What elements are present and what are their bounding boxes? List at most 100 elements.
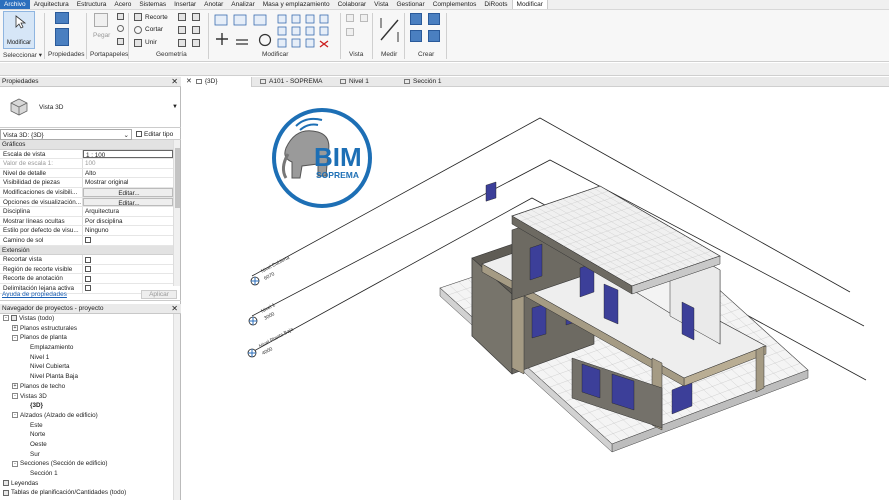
menu-item[interactable]: Modificar: [511, 0, 548, 9]
type-selector[interactable]: Vista 3D ▼: [0, 88, 181, 128]
create-assembly-icon[interactable]: [410, 13, 422, 25]
browser-node[interactable]: Sur: [0, 450, 173, 460]
close-icon[interactable]: ✕: [171, 77, 178, 87]
edit-button[interactable]: Editar...: [83, 197, 173, 207]
property-value[interactable]: Alto: [83, 169, 173, 178]
checkbox[interactable]: [85, 275, 91, 282]
browser-node[interactable]: - Alzados (Alzado de edificio): [0, 411, 173, 421]
chevron-down-icon[interactable]: ▼: [172, 104, 178, 110]
browser-node[interactable]: + Planos de techo: [0, 382, 173, 392]
menu-item[interactable]: Insertar: [170, 0, 200, 9]
property-group-header[interactable]: Gráficos: [0, 140, 173, 150]
property-value[interactable]: [83, 236, 173, 245]
geometry-tool-icon[interactable]: [192, 39, 200, 47]
drawing-canvas[interactable]: Nivel Cubierta 6070 Nivel 1 3000 Nivel P…: [182, 88, 889, 500]
join-label[interactable]: Unir: [145, 39, 157, 46]
collapse-icon[interactable]: -: [3, 315, 9, 322]
property-value[interactable]: Por disciplina: [83, 217, 173, 226]
select-panel-label[interactable]: Seleccionar ▾: [3, 51, 42, 59]
modify-tool-button[interactable]: Modificar: [3, 11, 35, 49]
checkbox[interactable]: [85, 237, 91, 244]
view-tab[interactable]: Sección 1: [396, 77, 486, 87]
checkbox[interactable]: [85, 256, 91, 263]
view-tab[interactable]: Nivel 1: [332, 77, 396, 87]
close-icon[interactable]: ✕: [186, 78, 192, 85]
browser-node[interactable]: Nivel Planta Baja: [0, 372, 173, 382]
browser-scrollbar[interactable]: [173, 314, 180, 500]
create-parts-icon[interactable]: [428, 13, 440, 25]
view-tab[interactable]: ✕ {3D}: [182, 77, 252, 87]
browser-node[interactable]: Este: [0, 421, 173, 431]
menu-item[interactable]: Archivo: [0, 0, 30, 9]
browser-node[interactable]: - Vistas 3D: [0, 392, 173, 402]
apply-button[interactable]: Aplicar: [141, 290, 177, 299]
menu-item[interactable]: DiRoots: [480, 0, 511, 9]
browser-node[interactable]: Nivel Cubierta: [0, 362, 173, 372]
cut-icon[interactable]: [117, 25, 124, 32]
view-tool-icon[interactable]: [360, 14, 368, 22]
edit-button[interactable]: Editar...: [83, 187, 173, 197]
match-properties-icon[interactable]: [117, 38, 124, 45]
menu-item[interactable]: Sistemas: [135, 0, 170, 9]
property-value[interactable]: [83, 255, 173, 264]
menu-item[interactable]: Acero: [110, 0, 135, 9]
menu-item[interactable]: Masa y emplazamiento: [259, 0, 334, 9]
browser-node[interactable]: Sección 1: [0, 469, 173, 479]
browser-node[interactable]: Nivel 1: [0, 353, 173, 363]
browser-node[interactable]: Oeste: [0, 440, 173, 450]
geometry-tool-icon[interactable]: [192, 13, 200, 21]
scrollbar-thumb[interactable]: [175, 148, 180, 208]
menu-item[interactable]: Estructura: [73, 0, 111, 9]
collapse-icon[interactable]: -: [12, 412, 18, 419]
modify-tools-group[interactable]: [212, 12, 338, 50]
property-group-header[interactable]: Extensión: [0, 245, 173, 256]
close-icon[interactable]: ✕: [171, 304, 178, 314]
cope-label[interactable]: Recorte: [145, 14, 168, 21]
browser-node[interactable]: Leyendas: [0, 479, 173, 489]
property-value[interactable]: [83, 274, 173, 283]
override-graphics-icon[interactable]: [346, 28, 354, 36]
browser-node[interactable]: - Vistas (todo): [0, 314, 173, 324]
measure-icon[interactable]: [378, 14, 402, 44]
browser-node[interactable]: Norte: [0, 430, 173, 440]
level-name[interactable]: Nivel Cubierta: [260, 255, 291, 275]
create-group-icon[interactable]: [410, 30, 422, 42]
property-value[interactable]: Ninguno: [83, 226, 173, 235]
edit-type-button[interactable]: Editar tipo: [136, 129, 173, 140]
property-value[interactable]: 1 : 100: [83, 149, 173, 159]
browser-node[interactable]: - Planos de planta: [0, 333, 173, 343]
expand-icon[interactable]: +: [12, 383, 18, 390]
type-properties-icon[interactable]: [55, 12, 69, 24]
create-similar-icon[interactable]: [428, 30, 440, 42]
cope-icon[interactable]: [134, 13, 142, 21]
paste-icon[interactable]: [94, 13, 108, 27]
browser-node[interactable]: Tablas de planificación/Cantidades (todo…: [0, 488, 173, 498]
menu-item[interactable]: Colaborar: [334, 0, 371, 9]
properties-icon[interactable]: [55, 28, 69, 46]
cut-geometry-icon[interactable]: [134, 26, 142, 34]
instance-select[interactable]: Vista 3D: {3D} ⌄: [0, 129, 132, 140]
geometry-tool-icon[interactable]: [178, 13, 186, 21]
copy-icon[interactable]: [117, 13, 124, 20]
geometry-tool-icon[interactable]: [178, 39, 186, 47]
collapse-icon[interactable]: -: [12, 460, 18, 467]
browser-node[interactable]: Emplazamiento: [0, 343, 173, 353]
checkbox[interactable]: [85, 266, 91, 273]
browser-node[interactable]: - Secciones (Sección de edificio): [0, 459, 173, 469]
menu-item[interactable]: Analizar: [227, 0, 258, 9]
menu-item[interactable]: Complementos: [429, 0, 481, 9]
menu-item[interactable]: Vista: [370, 0, 392, 9]
property-value[interactable]: [83, 265, 173, 274]
cut-geometry-label[interactable]: Cortar: [145, 26, 163, 33]
collapse-icon[interactable]: -: [12, 392, 18, 399]
hide-element-icon[interactable]: [346, 14, 354, 22]
collapse-icon[interactable]: -: [12, 334, 18, 341]
browser-node[interactable]: + Planos estructurales: [0, 324, 173, 334]
properties-help-link[interactable]: Ayuda de propiedades: [0, 291, 67, 298]
menu-item[interactable]: Anotar: [200, 0, 227, 9]
expand-icon[interactable]: +: [12, 325, 18, 332]
geometry-tool-icon[interactable]: [178, 26, 186, 34]
property-value[interactable]: Arquitectura: [83, 207, 173, 216]
view-tab[interactable]: A101 - SOPREMA: [252, 77, 332, 87]
menu-item[interactable]: Arquitectura: [30, 0, 73, 9]
